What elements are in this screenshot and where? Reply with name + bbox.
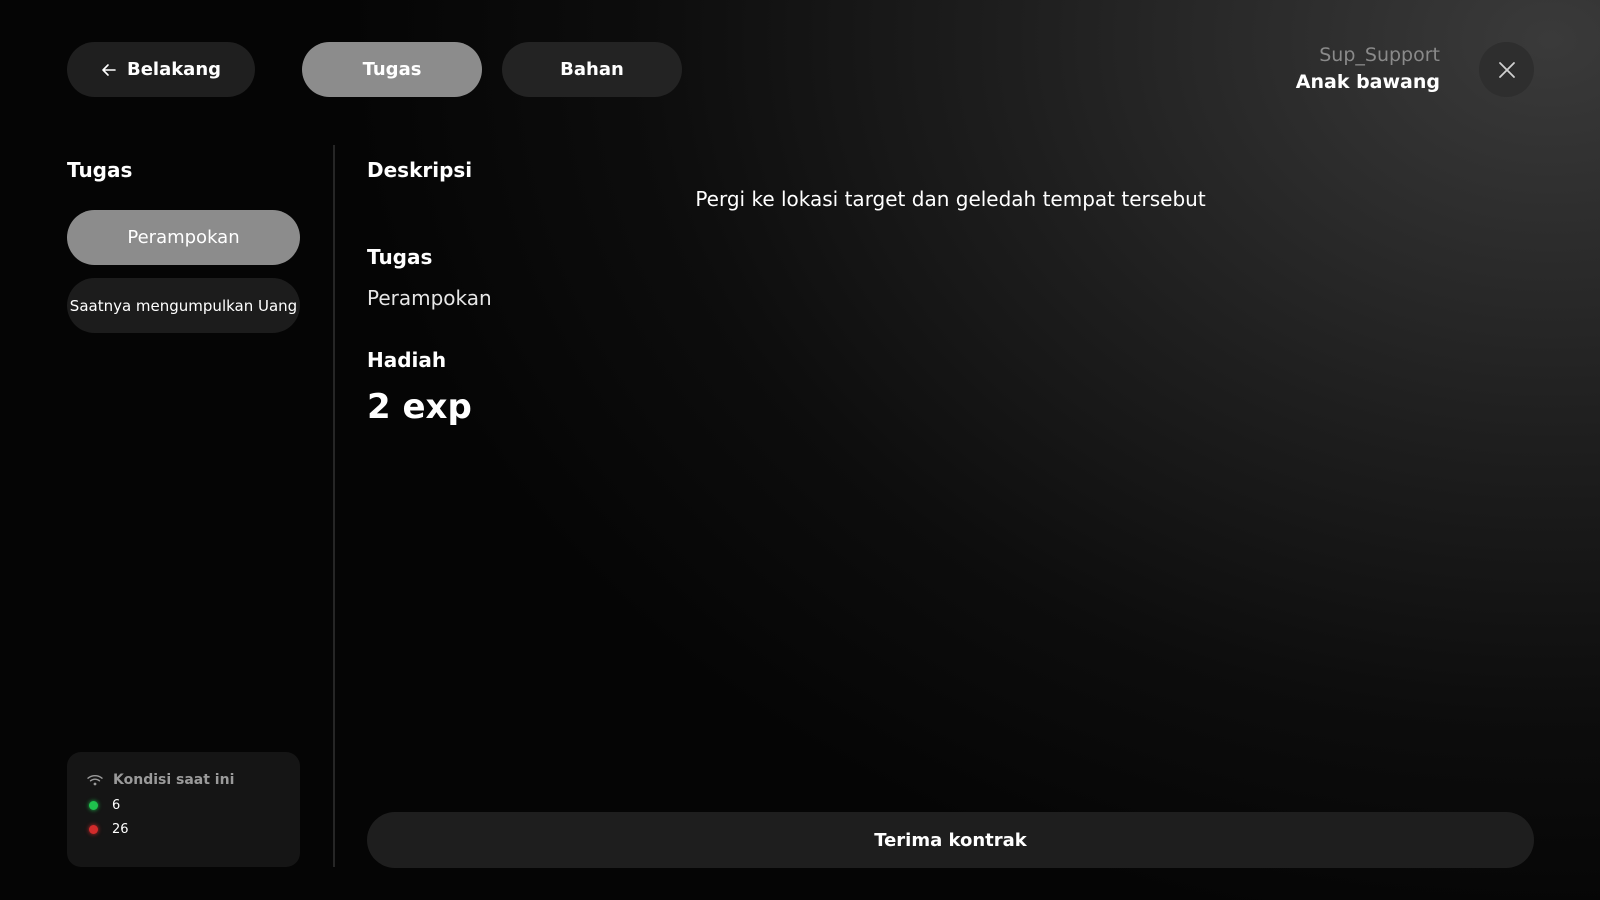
accept-contract-button[interactable]: Terima kontrak: [367, 812, 1534, 868]
status-title: Kondisi saat ini: [87, 772, 280, 788]
status-title-label: Kondisi saat ini: [113, 772, 235, 788]
wifi-icon: [87, 774, 103, 786]
back-button-label: Belakang: [126, 59, 222, 80]
vertical-divider: [333, 145, 335, 867]
contract-screen: Belakang Tugas Bahan Sup_Support Anak ba…: [0, 0, 1600, 900]
tab-bahan[interactable]: Bahan: [502, 42, 682, 97]
sidebar-item-label: Perampokan: [127, 227, 240, 248]
description-label: Deskripsi: [367, 158, 473, 182]
task-label: Tugas: [367, 245, 433, 269]
task-value: Perampokan: [367, 286, 492, 310]
description-text: Pergi ke lokasi target dan geledah tempa…: [695, 187, 1206, 211]
status-panel: Kondisi saat ini 6 26: [67, 752, 300, 867]
tab-bahan-label: Bahan: [560, 59, 624, 80]
red-dot-icon: [89, 825, 98, 834]
arrow-left-icon: [102, 63, 116, 76]
sidebar-item-perampokan[interactable]: Perampokan: [67, 210, 300, 265]
sidebar-item-saatnya-mengumpulkan-uang[interactable]: Saatnya mengumpulkan Uang: [67, 278, 300, 333]
accept-contract-label: Terima kontrak: [874, 829, 1027, 851]
status-row-green: 6: [87, 798, 280, 813]
sidebar-title: Tugas: [67, 158, 133, 182]
red-count: 26: [112, 822, 129, 837]
close-button[interactable]: [1479, 42, 1534, 97]
tab-tugas[interactable]: Tugas: [302, 42, 482, 97]
status-row-red: 26: [87, 822, 280, 837]
user-role: Sup_Support: [1319, 44, 1440, 66]
reward-label: Hadiah: [367, 348, 447, 372]
back-button[interactable]: Belakang: [67, 42, 255, 97]
green-dot-icon: [89, 801, 98, 810]
sidebar-item-label: Saatnya mengumpulkan Uang: [69, 296, 298, 315]
green-count: 6: [112, 798, 121, 813]
user-info: Sup_Support Anak bawang: [1296, 42, 1440, 96]
reward-value: 2 exp: [367, 387, 472, 427]
close-icon: [1498, 61, 1515, 78]
tab-tugas-label: Tugas: [362, 59, 422, 80]
user-name: Anak bawang: [1295, 71, 1440, 93]
